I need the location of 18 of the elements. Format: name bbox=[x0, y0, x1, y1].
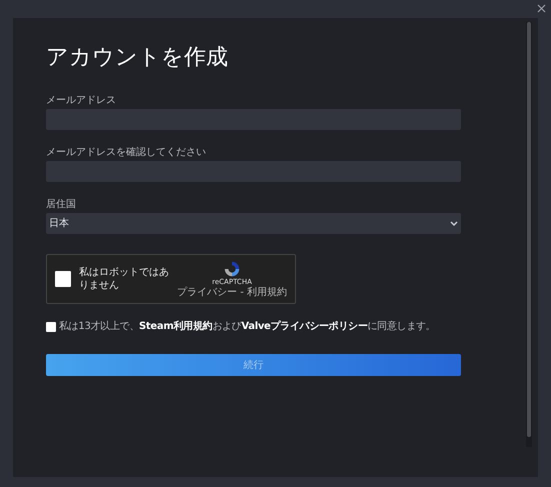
close-button[interactable] bbox=[535, 2, 547, 14]
terms-link[interactable]: Valveプライバシーポリシー bbox=[241, 321, 368, 332]
close-icon bbox=[536, 4, 546, 12]
recaptcha-links[interactable]: プライバシー - 利用規約 bbox=[177, 286, 287, 298]
scrollbar-thumb[interactable] bbox=[527, 22, 531, 437]
select-value: 日本 bbox=[49, 216, 69, 231]
captcha-checkbox[interactable] bbox=[55, 271, 71, 287]
captcha-label: 私はロボットではありません bbox=[79, 266, 170, 292]
field-label: 居住国 bbox=[46, 198, 77, 212]
recaptcha-logo-icon bbox=[223, 260, 242, 278]
country-select[interactable]: 日本 bbox=[46, 213, 461, 234]
terms-link[interactable]: Steam利用規約 bbox=[139, 321, 212, 332]
page-title: アカウントを作成 bbox=[46, 44, 229, 72]
chevron-down-icon bbox=[450, 220, 458, 226]
agreement-text: 私は13才以上で、Steam利用規約およびValveプライバシーポリシーに同意します。 bbox=[59, 319, 436, 334]
field-label: メールアドレス bbox=[46, 94, 117, 108]
agree-checkbox[interactable] bbox=[46, 322, 56, 332]
field-label: メールアドレスを確認してください bbox=[46, 146, 207, 160]
